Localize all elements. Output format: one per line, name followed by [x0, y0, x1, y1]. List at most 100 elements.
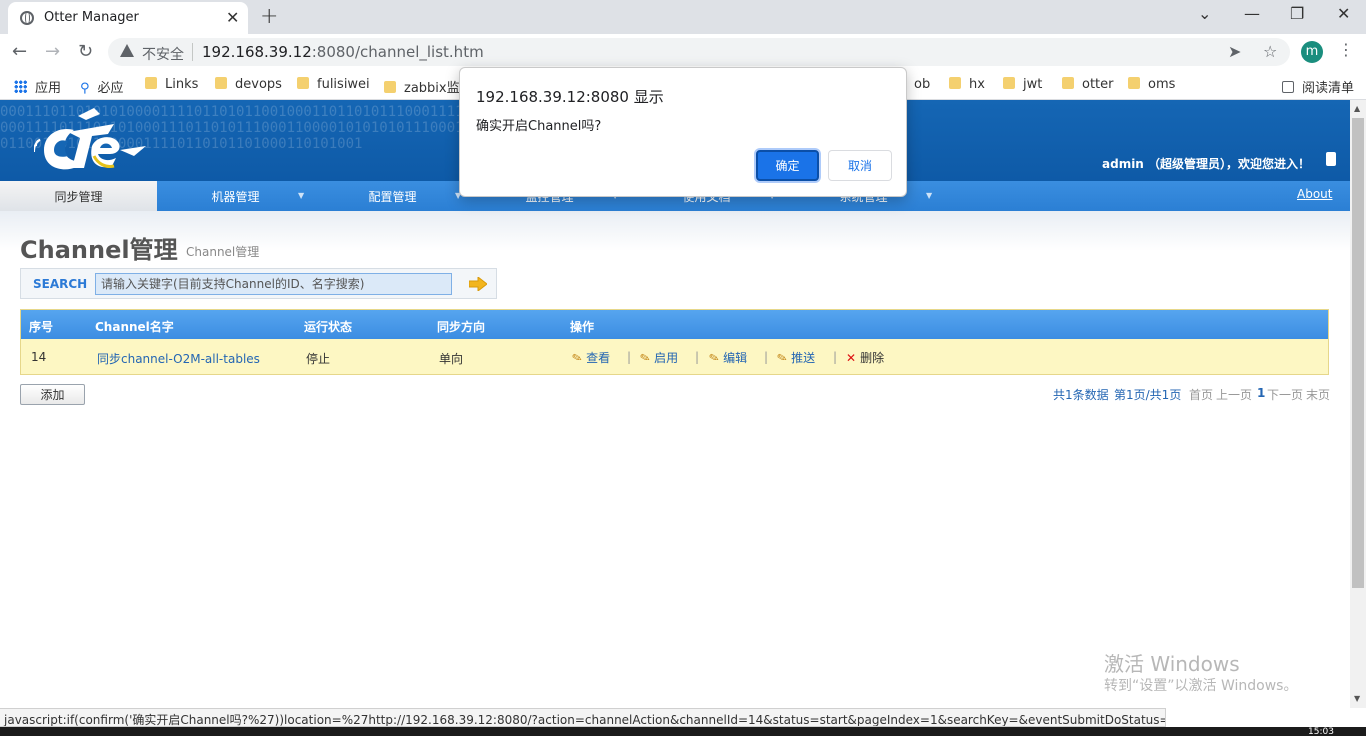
page-subtitle: Channel管理	[186, 245, 260, 259]
folder-icon	[297, 77, 309, 89]
cell-direction: 单向	[439, 352, 464, 366]
folder-icon	[384, 81, 396, 93]
windows-activation-hint: 转到“设置”以激活 Windows。	[1104, 678, 1298, 694]
avatar[interactable]: m	[1301, 41, 1323, 63]
pencil-icon: ✎	[775, 349, 789, 367]
about-link[interactable]: About	[1297, 187, 1332, 201]
search-input[interactable]	[95, 273, 452, 295]
chevron-down-icon[interactable]: ⌄	[1198, 4, 1211, 23]
globe-icon	[20, 11, 34, 25]
pager-current[interactable]: 1	[1257, 386, 1265, 400]
bookmark-links[interactable]: Links	[145, 77, 198, 92]
bookmark-jwt[interactable]: jwt	[1003, 77, 1042, 92]
page-title: Channel管理	[20, 236, 178, 264]
pager-next[interactable]: 下一页	[1267, 386, 1303, 403]
window-close-button[interactable]: ✕	[1337, 4, 1350, 23]
tab-title: Otter Manager	[44, 10, 139, 25]
dialog-ok-button[interactable]: 确定	[756, 150, 819, 181]
dialog-title: 192.168.39.12:8080 显示	[476, 88, 664, 106]
action-push[interactable]: ✎ 推送	[775, 349, 815, 367]
bookmark-fulisiwei[interactable]: fulisiwei	[297, 77, 370, 92]
reload-button[interactable]: ↻	[78, 41, 93, 62]
nav-config-management[interactable]: 配置管理	[314, 181, 471, 211]
new-tab-button[interactable]: +	[260, 4, 278, 29]
dialog-cancel-button[interactable]: 取消	[828, 150, 892, 181]
bookmark-oms[interactable]: oms	[1128, 77, 1175, 92]
scroll-down-icon[interactable]: ▼	[1354, 694, 1360, 703]
nav-machine-management[interactable]: 机器管理	[157, 181, 314, 211]
url-text[interactable]: 192.168.39.12:8080/channel_list.htm	[202, 43, 484, 61]
action-enable[interactable]: ✎ 启用	[638, 349, 678, 367]
column-header-index: 序号	[29, 320, 54, 334]
star-icon[interactable]: ☆	[1263, 42, 1277, 61]
dialog-message: 确实开启Channel吗?	[476, 119, 602, 134]
address-bar[interactable]: 不安全 192.168.39.12:8080/channel_list.htm …	[108, 38, 1290, 66]
taskbar-clock: 15:03	[1308, 727, 1334, 736]
restore-button[interactable]: ❐	[1290, 4, 1304, 23]
arrow-right-icon[interactable]	[469, 277, 487, 291]
bookmark-bing[interactable]: ⚲ 必应	[80, 77, 124, 96]
column-header-actions: 操作	[570, 320, 595, 334]
pager-prev[interactable]: 上一页	[1216, 386, 1252, 403]
folder-icon	[1003, 77, 1015, 89]
confirm-dialog: 192.168.39.12:8080 显示 确实开启Channel吗? 确定 取…	[459, 67, 907, 197]
bookmark-hx[interactable]: hx	[949, 77, 985, 92]
send-icon[interactable]: ➤	[1228, 42, 1241, 61]
cell-status: 停止	[306, 352, 331, 366]
nav-sync-management[interactable]: 同步管理	[0, 181, 157, 211]
caret-down-icon: ▼	[298, 191, 305, 200]
windows-activation-title: 激活 Windows	[1104, 652, 1240, 676]
table-header: 序号 Channel名字 运行状态 同步方向 操作	[21, 310, 1328, 339]
browser-tab-bar: Otter Manager ✕ + ⌄ — ❐ ✕	[0, 0, 1366, 34]
bookmark-apps[interactable]: 应用	[14, 77, 61, 96]
close-icon[interactable]: ✕	[226, 8, 239, 27]
action-edit[interactable]: ✎ 编辑	[707, 349, 747, 367]
search-bar: SEARCH	[20, 268, 497, 299]
pager-page-info: 第1页/共1页	[1114, 388, 1182, 402]
folder-icon	[1062, 77, 1074, 89]
pencil-icon: ✎	[638, 349, 652, 367]
search-label: SEARCH	[33, 277, 88, 291]
column-header-name: Channel名字	[95, 320, 174, 334]
pager-last[interactable]: 末页	[1306, 386, 1330, 403]
delete-x-icon: ✕	[846, 351, 857, 365]
logout-icon[interactable]	[1326, 152, 1336, 166]
insecure-label[interactable]: 不安全	[142, 44, 184, 64]
scroll-thumb[interactable]	[1352, 118, 1364, 588]
minimize-button[interactable]: —	[1244, 4, 1260, 23]
caret-down-icon: ▼	[926, 191, 933, 200]
link-status-bar: javascript:if(confirm('确实开启Channel吗?%27)…	[0, 708, 1166, 727]
menu-icon[interactable]: ⋮	[1338, 40, 1354, 59]
apps-icon	[14, 80, 27, 93]
bookmark-devops[interactable]: devops	[215, 77, 282, 92]
pager-first[interactable]: 首页	[1189, 386, 1213, 403]
forward-button[interactable]: →	[45, 41, 60, 62]
search-icon: ⚲	[80, 81, 90, 96]
cell-id: 14	[31, 350, 47, 364]
folder-icon	[949, 77, 961, 89]
browser-toolbar: ← → ↻ 不安全 192.168.39.12:8080/channel_lis…	[0, 34, 1366, 70]
pencil-icon: ✎	[707, 349, 721, 367]
bookmark-otter[interactable]: otter	[1062, 77, 1114, 92]
folder-icon	[145, 77, 157, 89]
channel-table: 序号 Channel名字 运行状态 同步方向 操作 14 同步channel-O…	[20, 309, 1329, 375]
folder-icon	[215, 77, 227, 89]
add-button[interactable]: 添加	[20, 384, 85, 405]
action-view[interactable]: ✎ 查看	[570, 349, 610, 367]
reading-list-icon	[1282, 81, 1294, 93]
column-header-direction: 同步方向	[437, 320, 486, 334]
reading-list-button[interactable]: 阅读清单	[1282, 77, 1354, 96]
otter-logo-icon	[34, 108, 146, 170]
back-button[interactable]: ←	[12, 41, 27, 62]
pencil-icon: ✎	[570, 349, 584, 367]
pager-total: 共1条数据	[1053, 388, 1109, 402]
column-header-status: 运行状态	[304, 320, 353, 334]
vertical-scrollbar[interactable]: ▲ ▼	[1350, 100, 1366, 708]
browser-tab[interactable]: Otter Manager ✕	[8, 2, 248, 34]
warning-icon	[120, 44, 134, 57]
os-taskbar: 15:03	[0, 727, 1366, 736]
channel-name-link[interactable]: 同步channel-O2M-all-tables	[97, 350, 260, 367]
action-delete[interactable]: ✕ 删除	[846, 349, 884, 366]
welcome-text: admin （超级管理员），欢迎您进入！	[1102, 157, 1311, 171]
scroll-up-icon[interactable]: ▲	[1354, 104, 1360, 113]
